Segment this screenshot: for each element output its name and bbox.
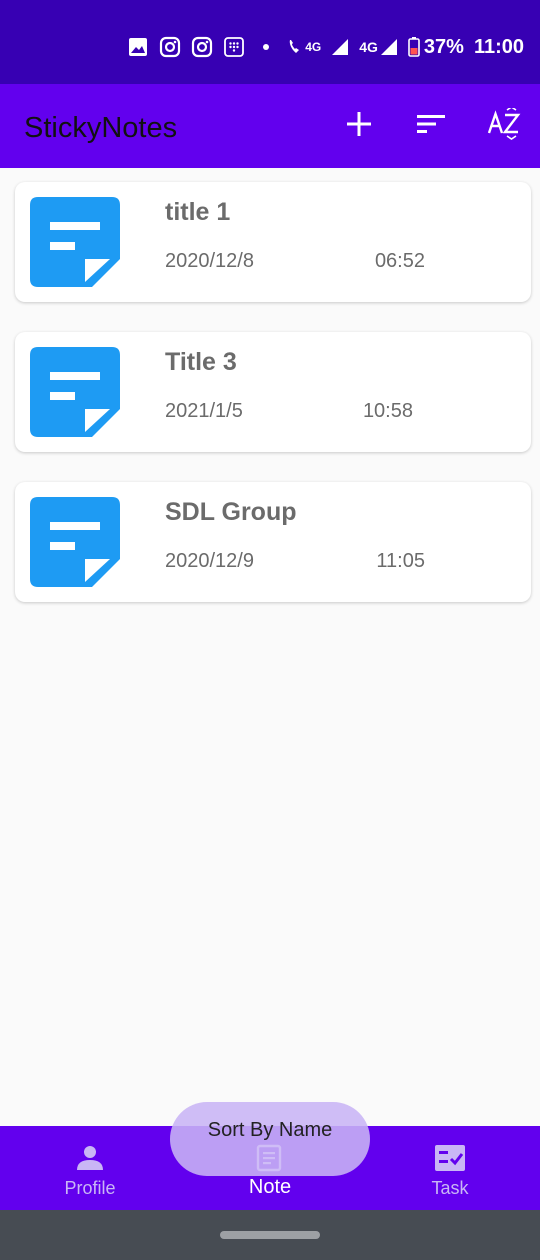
- note-icon: [30, 347, 120, 437]
- add-note-button[interactable]: [339, 106, 379, 146]
- sort-by-name-button[interactable]: [484, 105, 524, 146]
- note-card[interactable]: title 1 2020/12/8 06:52: [15, 182, 531, 302]
- status-bar: 4G 4G 37% 11:00: [0, 0, 540, 84]
- nav-label-profile: Profile: [64, 1178, 116, 1198]
- network-type-label: 4G: [359, 39, 378, 55]
- clock: 11:00: [473, 35, 524, 58]
- instagram-icon: [159, 36, 181, 58]
- note-time: 06:52: [374, 250, 425, 272]
- signal-icon: [331, 38, 349, 56]
- system-navigation-bar: [0, 1210, 540, 1260]
- task-icon: [434, 1142, 466, 1174]
- battery-percent: 37%: [423, 35, 464, 58]
- note-card[interactable]: Title 3 2021/1/5 10:58: [15, 332, 531, 452]
- wifi-calling-icon: 4G: [287, 37, 321, 57]
- nav-label-task: Task: [431, 1178, 469, 1198]
- note-date: 2020/12/8: [165, 250, 254, 272]
- note-time: 11:05: [376, 550, 425, 572]
- notification-dot-icon: [255, 43, 277, 51]
- note-time: 10:58: [362, 400, 413, 422]
- network-type-label: 4G: [305, 40, 322, 54]
- app-title: StickyNotes: [24, 112, 178, 144]
- battery-icon: [408, 37, 420, 57]
- home-gesture-handle[interactable]: [220, 1231, 320, 1239]
- sort-icon: [416, 113, 446, 140]
- instagram-icon: [191, 36, 213, 58]
- toast-text: Sort By Name: [207, 1118, 333, 1141]
- nav-item-profile[interactable]: Profile: [30, 1126, 150, 1210]
- gallery-icon: [127, 36, 149, 58]
- signal-icon: 4G: [359, 38, 398, 56]
- toast-message: Sort By Name: [170, 1102, 370, 1176]
- note-title: Title 3: [165, 348, 237, 376]
- add-icon: [346, 111, 372, 142]
- keypad-icon: [223, 36, 245, 58]
- note-icon: [30, 497, 120, 587]
- sort-az-icon: [487, 105, 521, 145]
- nav-label-note: Note: [248, 1176, 292, 1198]
- notes-list: title 1 2020/12/8 06:52 Title 3 2021/1/5…: [15, 182, 531, 632]
- note-date: 2020/12/9: [165, 550, 254, 572]
- status-icons: 4G 4G 37% 11:00: [127, 34, 524, 60]
- note-date: 2021/1/5: [165, 400, 243, 422]
- note-title: title 1: [165, 198, 231, 226]
- note-icon: [30, 197, 120, 287]
- note-card[interactable]: SDL Group 2020/12/9 11:05: [15, 482, 531, 602]
- app-bar: StickyNotes: [0, 84, 540, 168]
- sort-button[interactable]: [411, 106, 451, 146]
- note-title: SDL Group: [165, 498, 297, 526]
- nav-item-task[interactable]: Task: [390, 1126, 510, 1210]
- person-icon: [74, 1142, 106, 1174]
